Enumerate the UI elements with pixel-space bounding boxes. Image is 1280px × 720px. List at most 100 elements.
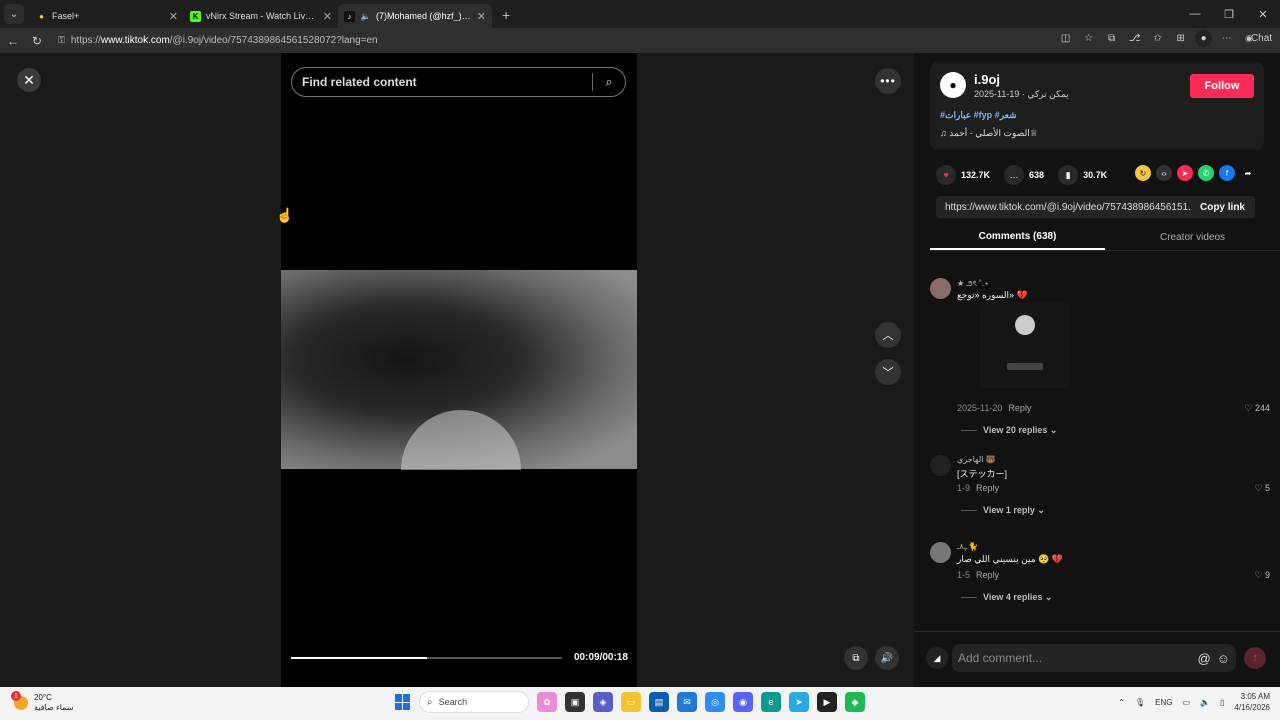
commenter-name[interactable]: الهاجري 🐻 bbox=[957, 455, 996, 464]
back-icon[interactable]: ← bbox=[2, 31, 24, 51]
video-frame bbox=[281, 270, 637, 470]
split-screen-icon[interactable]: ◫ bbox=[1057, 30, 1074, 47]
video-progress-bar[interactable] bbox=[291, 657, 562, 659]
repost-icon[interactable]: ↻ bbox=[1135, 165, 1151, 181]
chevron-up-icon[interactable]: ⌃ bbox=[1118, 698, 1125, 707]
hashtags[interactable]: #عبارات #fyp #شعر bbox=[940, 110, 1017, 121]
reply-button[interactable]: Reply bbox=[1008, 403, 1031, 413]
clock[interactable]: 3:05 AM 4/16/2026 bbox=[1234, 691, 1270, 713]
weather-widget[interactable]: 1 20°C سماء صافية bbox=[11, 691, 74, 713]
reply-button[interactable]: Reply bbox=[976, 483, 999, 493]
edge-app-icon[interactable]: e bbox=[761, 692, 781, 712]
url-field[interactable]: ⚿ https://www.tiktok.com/@i.9oj/video/75… bbox=[54, 31, 1054, 51]
collections-icon[interactable]: ⊞ bbox=[1172, 30, 1189, 47]
like-button[interactable]: ♥ 132.7K bbox=[936, 165, 990, 185]
view-replies-button[interactable]: View 20 replies ⌄ bbox=[961, 425, 1057, 436]
language-indicator[interactable]: ENG bbox=[1155, 698, 1172, 707]
commenter-avatar[interactable] bbox=[930, 455, 951, 476]
floating-player-icon[interactable]: ⧉ bbox=[844, 646, 868, 670]
copilot-app-icon[interactable]: ◎ bbox=[705, 692, 725, 712]
tab-comments[interactable]: Comments (638) bbox=[930, 225, 1105, 250]
close-tab-icon[interactable]: ✕ bbox=[323, 10, 332, 23]
video-player[interactable] bbox=[281, 53, 637, 687]
comment-like[interactable]: ♡ 5 bbox=[1254, 483, 1270, 494]
favorite-star-icon[interactable]: ☆ bbox=[1080, 30, 1097, 47]
tab-tiktok[interactable]: ♪ 🔈 (7)Mohamed (@hzf_) | TikTok ✕ bbox=[338, 4, 492, 28]
restore-icon[interactable]: ❐ bbox=[1212, 0, 1246, 28]
site-info-icon[interactable]: ⚿ bbox=[58, 35, 65, 46]
store-app-icon[interactable]: ▤ bbox=[649, 692, 669, 712]
widgets-app-icon[interactable]: ✿ bbox=[537, 692, 557, 712]
comment-like[interactable]: ♡ 9 bbox=[1254, 570, 1270, 581]
copy-link-button[interactable]: Copy link bbox=[1190, 202, 1255, 213]
comment-button[interactable]: … 638 bbox=[1004, 165, 1044, 185]
volume-icon[interactable]: 🔊 bbox=[875, 646, 899, 670]
copilot-chat-button[interactable]: ◉ Chat bbox=[1241, 30, 1274, 47]
file-explorer-icon[interactable]: ▭ bbox=[621, 692, 641, 712]
follow-button[interactable]: Follow bbox=[1190, 74, 1254, 98]
close-tab-icon[interactable]: ✕ bbox=[169, 10, 178, 23]
close-window-icon[interactable]: ✕ bbox=[1246, 0, 1280, 28]
whatsapp-icon[interactable]: ✆ bbox=[1198, 165, 1214, 181]
minimize-icon[interactable]: — bbox=[1178, 0, 1212, 28]
previous-video-icon[interactable]: ︿ bbox=[875, 322, 901, 348]
comment-input[interactable]: Add comment... @ ☺ bbox=[952, 644, 1236, 672]
video-link-box: https://www.tiktok.com/@i.9oj/video/7574… bbox=[936, 196, 1255, 218]
view-replies-button[interactable]: View 1 reply ⌄ bbox=[961, 505, 1045, 516]
search-icon[interactable]: ⌕ bbox=[593, 74, 625, 90]
comment-like[interactable]: ♡ 244 bbox=[1244, 403, 1270, 414]
author-username[interactable]: i.9oj bbox=[974, 72, 1000, 87]
battery-icon[interactable]: ▯ bbox=[1220, 698, 1224, 707]
more-menu-icon[interactable]: ⋯ bbox=[1218, 30, 1235, 47]
new-tab-button[interactable]: + bbox=[502, 7, 510, 23]
microphone-icon[interactable]: 🎙 bbox=[1135, 698, 1145, 707]
my-avatar[interactable]: ◢ bbox=[926, 647, 948, 669]
video-link[interactable]: https://www.tiktok.com/@i.9oj/video/7574… bbox=[945, 202, 1190, 213]
send-comment-icon[interactable]: ↑ bbox=[1244, 647, 1266, 669]
sticker-avatar bbox=[1015, 315, 1035, 335]
music-credit[interactable]: ♫ الصوت الأصلي - أحمد♕ bbox=[940, 128, 1038, 139]
volume-tray-icon[interactable]: 🔈 bbox=[1200, 698, 1210, 707]
tab-kick[interactable]: K vNirx Stream - Watch Live on Kick ✕ bbox=[184, 4, 338, 28]
close-icon[interactable]: ✕ bbox=[17, 68, 41, 92]
tab-actions-button[interactable]: ⌄ bbox=[4, 4, 24, 24]
media-player-icon[interactable]: ▶ bbox=[817, 692, 837, 712]
view-replies-button[interactable]: View 4 replies ⌄ bbox=[961, 592, 1052, 603]
discord-app-icon[interactable]: ◉ bbox=[733, 692, 753, 712]
favorites-icon[interactable]: ✩ bbox=[1149, 30, 1166, 47]
related-search-input[interactable]: Find related content ⌕ bbox=[291, 67, 626, 97]
outlook-app-icon[interactable]: ✉ bbox=[677, 692, 697, 712]
taskbar-search[interactable]: ⌕ Search bbox=[419, 691, 529, 713]
more-options-icon[interactable]: ••• bbox=[875, 68, 901, 94]
extensions-icon[interactable]: ⧉ bbox=[1103, 30, 1120, 47]
commenter-name[interactable]: ـﮩ٨ـ🐈 bbox=[957, 542, 978, 552]
reply-button[interactable]: Reply bbox=[976, 570, 999, 580]
tab-fasel[interactable]: ● Fasel+ ✕ bbox=[30, 4, 184, 28]
comment-image[interactable] bbox=[980, 303, 1070, 388]
engagement-stats: ♥ 132.7K … 638 ▮ 30.7K bbox=[936, 165, 1121, 185]
refresh-icon[interactable]: ↻ bbox=[26, 31, 48, 51]
network-icon[interactable]: ▭ bbox=[1182, 698, 1190, 707]
facebook-icon[interactable]: f bbox=[1219, 165, 1235, 181]
next-video-icon[interactable]: ﹀ bbox=[875, 359, 901, 385]
embed-icon[interactable]: ‹› bbox=[1156, 165, 1172, 181]
teams-app-icon[interactable]: ◈ bbox=[593, 692, 613, 712]
task-view-icon[interactable]: ▣ bbox=[565, 692, 585, 712]
commenter-avatar[interactable] bbox=[930, 542, 951, 563]
tab-title: (7)Mohamed (@hzf_) | TikTok bbox=[376, 11, 473, 21]
app-icon[interactable]: ◆ bbox=[845, 692, 865, 712]
tab-creator-videos[interactable]: Creator videos bbox=[1105, 225, 1280, 250]
speaker-icon[interactable]: 🔈 bbox=[360, 11, 371, 22]
close-tab-icon[interactable]: ✕ bbox=[477, 10, 486, 23]
mention-icon[interactable]: @ bbox=[1198, 651, 1211, 666]
save-button[interactable]: ▮ 30.7K bbox=[1058, 165, 1107, 185]
share-arrow-icon[interactable]: ➦ bbox=[1240, 165, 1256, 181]
start-button-icon[interactable] bbox=[395, 694, 411, 710]
profile-icon[interactable]: ● bbox=[1195, 30, 1213, 47]
emoji-icon[interactable]: ☺ bbox=[1217, 651, 1230, 666]
split-icon[interactable]: ⎇ bbox=[1126, 30, 1143, 47]
send-icon[interactable]: ➤ bbox=[1177, 165, 1193, 181]
commenter-avatar[interactable] bbox=[930, 278, 951, 299]
author-avatar[interactable]: ● bbox=[940, 72, 966, 98]
telegram-app-icon[interactable]: ➤ bbox=[789, 692, 809, 712]
